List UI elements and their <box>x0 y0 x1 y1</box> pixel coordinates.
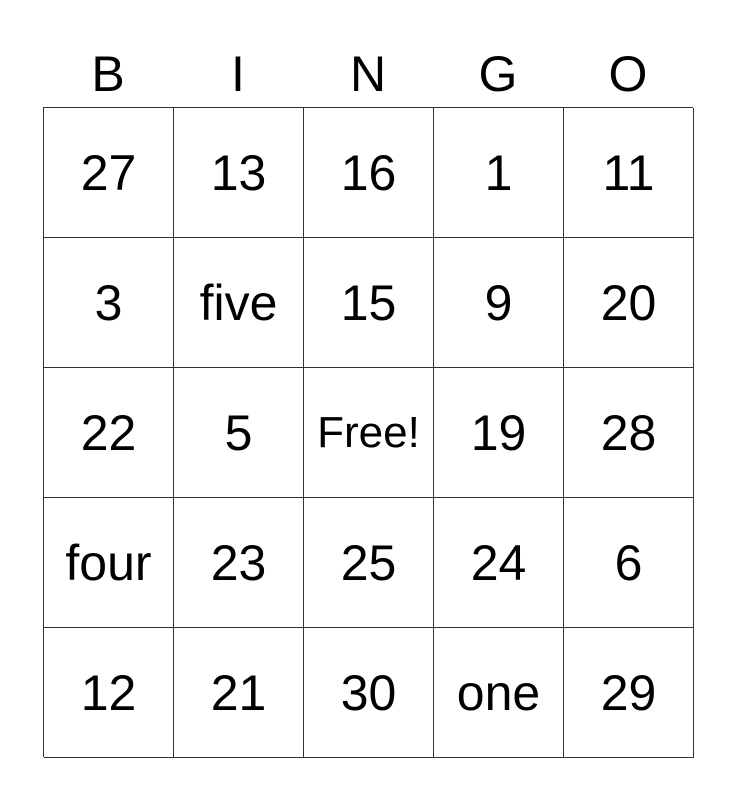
bingo-cell[interactable]: 20 <box>564 238 694 368</box>
free-space-cell[interactable]: Free! <box>304 368 434 498</box>
bingo-cell[interactable]: 15 <box>304 238 434 368</box>
header-letter-o: O <box>608 46 648 102</box>
bingo-cell[interactable]: four <box>44 498 174 628</box>
header-letter-n: N <box>349 46 387 102</box>
bingo-cell[interactable]: 29 <box>564 628 694 758</box>
bingo-cell[interactable]: 3 <box>44 238 174 368</box>
bingo-header: B I N G O <box>43 44 693 104</box>
bingo-cell[interactable]: 1 <box>434 108 564 238</box>
bingo-cell[interactable]: one <box>434 628 564 758</box>
bingo-cell[interactable]: 21 <box>174 628 304 758</box>
bingo-cell[interactable]: 22 <box>44 368 174 498</box>
header-letter-i: I <box>231 46 245 102</box>
header-letter-b: B <box>91 46 125 102</box>
bingo-cell[interactable]: 25 <box>304 498 434 628</box>
bingo-cell[interactable]: 19 <box>434 368 564 498</box>
bingo-cell[interactable]: 12 <box>44 628 174 758</box>
bingo-cell[interactable]: 9 <box>434 238 564 368</box>
bingo-cell[interactable]: 24 <box>434 498 564 628</box>
bingo-cell[interactable]: 23 <box>174 498 304 628</box>
header-letter-g: G <box>478 46 518 102</box>
bingo-cell[interactable]: 11 <box>564 108 694 238</box>
bingo-cell[interactable]: five <box>174 238 304 368</box>
bingo-cell[interactable]: 13 <box>174 108 304 238</box>
bingo-cell[interactable]: 5 <box>174 368 304 498</box>
bingo-cell[interactable]: 16 <box>304 108 434 238</box>
bingo-cell[interactable]: 6 <box>564 498 694 628</box>
bingo-cell[interactable]: 30 <box>304 628 434 758</box>
bingo-cell[interactable]: 27 <box>44 108 174 238</box>
bingo-cell[interactable]: 28 <box>564 368 694 498</box>
bingo-card-grid: 27 13 16 1 11 3 five 15 9 20 22 5 Free! … <box>43 107 694 758</box>
